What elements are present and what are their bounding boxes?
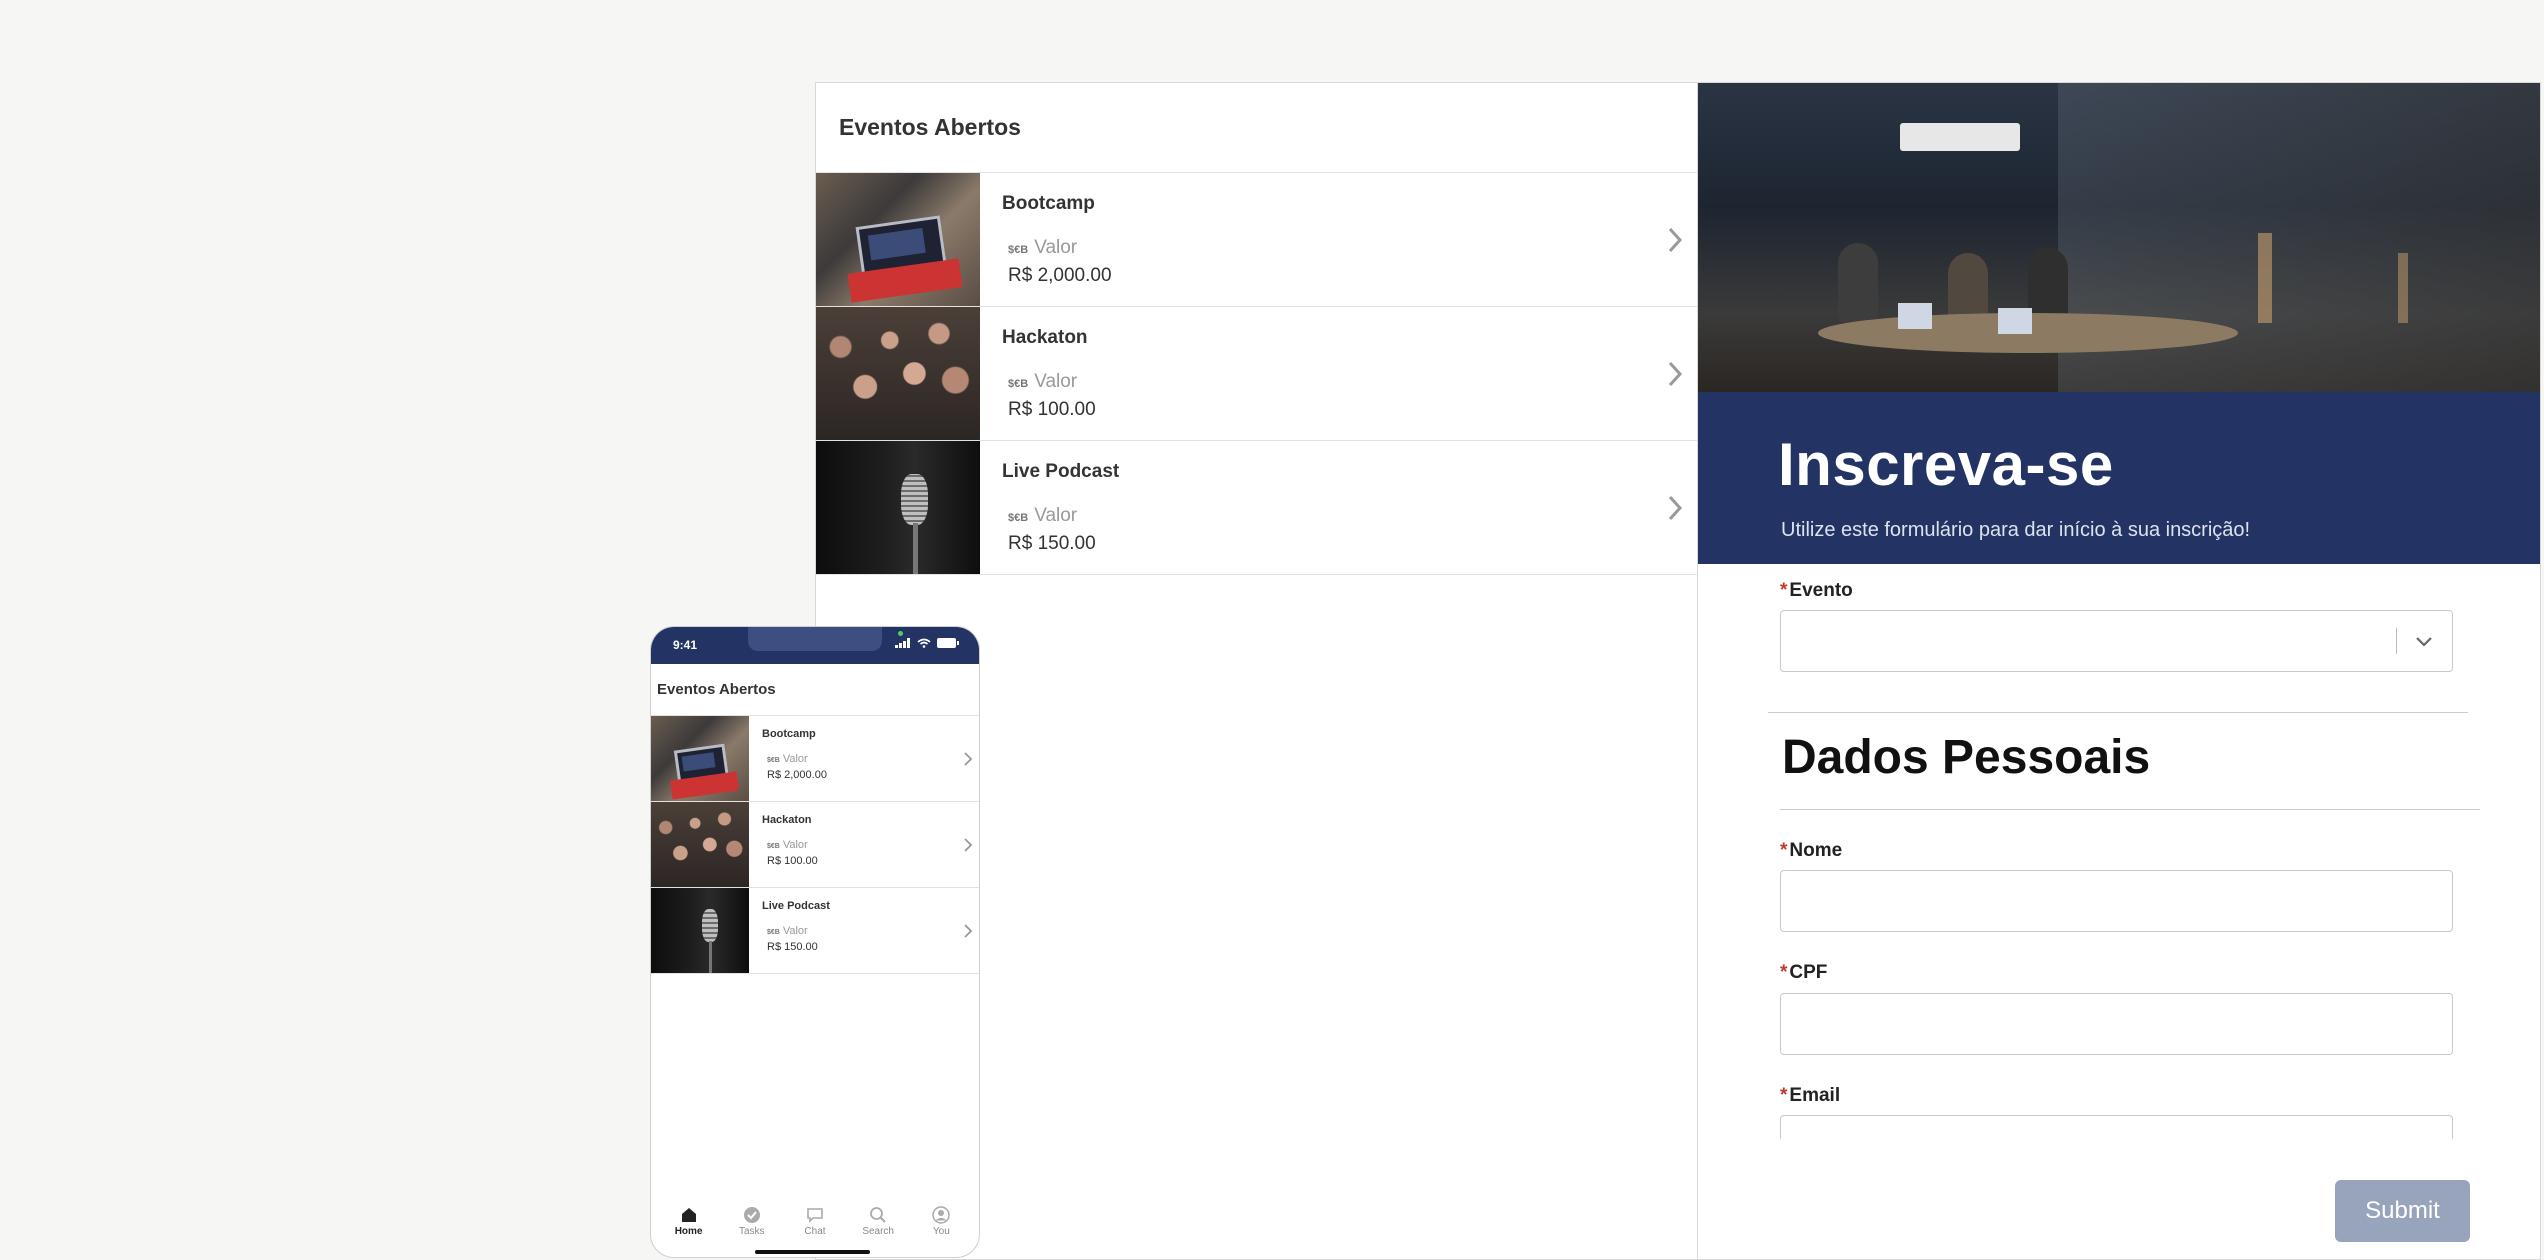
phone-notch bbox=[748, 627, 882, 651]
status-time: 9:41 bbox=[673, 638, 698, 652]
chat-icon bbox=[807, 1208, 823, 1223]
event-title: Bootcamp bbox=[1002, 193, 1095, 214]
event-title: Live Podcast bbox=[762, 900, 830, 912]
event-row-live-podcast[interactable]: Live Podcast $€B Valor R$ 150.00 bbox=[816, 441, 1699, 575]
event-price: R$ 100.00 bbox=[1008, 399, 1096, 420]
form-title: Inscreva-se bbox=[1778, 431, 2114, 498]
currency-icon: $€B bbox=[1008, 378, 1029, 390]
currency-icon: $€B bbox=[767, 757, 780, 764]
value-label: Valor bbox=[782, 753, 808, 765]
wifi-icon bbox=[917, 638, 931, 648]
chevron-right-icon bbox=[1668, 361, 1683, 386]
chevron-right-icon bbox=[964, 751, 973, 766]
value-label: Valor bbox=[1034, 371, 1078, 392]
phone-mockup: 9:41 Eventos Abertos Bootcamp $€B Valor R… bbox=[650, 626, 980, 1258]
hero-image bbox=[1698, 83, 2540, 392]
value-label: Valor bbox=[1034, 505, 1078, 526]
check-circle-icon bbox=[743, 1207, 760, 1223]
section-title: Dados Pessoais bbox=[1782, 731, 2151, 784]
event-price: R$ 150.00 bbox=[1008, 533, 1096, 554]
tab-home[interactable]: Home bbox=[664, 1206, 714, 1237]
user-icon bbox=[932, 1206, 951, 1224]
email-input[interactable] bbox=[1780, 1115, 2453, 1139]
email-label: * Email bbox=[1780, 1085, 1841, 1106]
form-banner: Inscreva-se Utilize este formulário para… bbox=[1698, 392, 2540, 564]
event-title: Live Podcast bbox=[1002, 461, 1120, 482]
evento-label: * Evento bbox=[1780, 580, 1853, 601]
nome-label: * Nome bbox=[1780, 840, 1843, 861]
event-title: Hackaton bbox=[1002, 327, 1088, 348]
event-price: R$ 2,000.00 bbox=[767, 769, 827, 781]
value-label: Valor bbox=[782, 839, 808, 851]
event-thumbnail bbox=[651, 716, 749, 801]
status-bar: 9:41 bbox=[651, 627, 979, 664]
event-row-hackaton[interactable]: Hackaton $€B Valor R$ 100.00 bbox=[816, 307, 1699, 441]
event-title: Bootcamp bbox=[762, 728, 816, 740]
signal-icon bbox=[895, 638, 910, 648]
form-subtitle: Utilize este formulário para dar início … bbox=[1781, 519, 2251, 541]
chevron-down-icon bbox=[2416, 637, 2432, 647]
phone-page-title: Eventos Abertos bbox=[657, 681, 776, 698]
divider bbox=[1780, 809, 2480, 810]
value-label: Valor bbox=[782, 925, 808, 937]
chevron-right-icon bbox=[964, 923, 973, 938]
registration-form: Inscreva-se Utilize este formulário para… bbox=[1697, 82, 2541, 1260]
phone-header: Eventos Abertos bbox=[651, 664, 979, 716]
home-icon bbox=[681, 1208, 696, 1222]
select-divider bbox=[2396, 628, 2397, 654]
divider bbox=[1768, 712, 2468, 713]
event-price: R$ 2,000.00 bbox=[1008, 265, 1112, 286]
currency-icon: $€B bbox=[1008, 244, 1029, 256]
event-price: R$ 100.00 bbox=[767, 855, 818, 867]
tab-search[interactable]: Search bbox=[853, 1206, 903, 1237]
cpf-label: * CPF bbox=[1780, 962, 1828, 983]
evento-select[interactable] bbox=[1780, 610, 2453, 672]
desktop-header: Eventos Abertos bbox=[816, 83, 1699, 173]
value-label: Valor bbox=[1034, 237, 1078, 258]
tab-tasks[interactable]: Tasks bbox=[727, 1206, 777, 1237]
event-thumbnail bbox=[816, 307, 980, 440]
event-thumbnail bbox=[816, 173, 980, 306]
chevron-right-icon bbox=[1668, 227, 1683, 252]
search-icon bbox=[870, 1207, 886, 1223]
tab-bar: Home Tasks Chat Search You bbox=[651, 1206, 979, 1237]
phone-event-row-live-podcast[interactable]: Live Podcast $€B Valor R$ 150.00 bbox=[651, 888, 979, 974]
tab-chat[interactable]: Chat bbox=[790, 1206, 840, 1237]
phone-event-row-hackaton[interactable]: Hackaton $€B Valor R$ 100.00 bbox=[651, 802, 979, 888]
currency-icon: $€B bbox=[767, 843, 780, 850]
page-title: Eventos Abertos bbox=[839, 114, 1021, 140]
phone-event-row-bootcamp[interactable]: Bootcamp $€B Valor R$ 2,000.00 bbox=[651, 716, 979, 802]
cpf-input[interactable] bbox=[1780, 993, 2453, 1055]
event-thumbnail bbox=[816, 441, 980, 574]
currency-icon: $€B bbox=[767, 929, 780, 936]
currency-icon: $€B bbox=[1008, 512, 1029, 524]
battery-icon bbox=[937, 638, 959, 648]
event-thumbnail bbox=[651, 888, 749, 973]
event-title: Hackaton bbox=[762, 814, 812, 826]
home-indicator bbox=[755, 1250, 870, 1254]
chevron-right-icon bbox=[964, 837, 973, 852]
nome-input[interactable] bbox=[1780, 870, 2453, 932]
event-thumbnail bbox=[651, 802, 749, 887]
tab-you[interactable]: You bbox=[916, 1206, 966, 1237]
event-row-bootcamp[interactable]: Bootcamp $€B Valor R$ 2,000.00 bbox=[816, 173, 1699, 307]
submit-button[interactable]: Submit bbox=[2335, 1180, 2470, 1242]
event-price: R$ 150.00 bbox=[767, 941, 818, 953]
camera-dot bbox=[898, 631, 903, 636]
chevron-right-icon bbox=[1668, 495, 1683, 520]
